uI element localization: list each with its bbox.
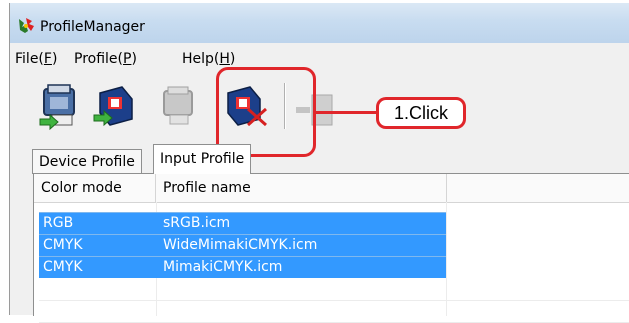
- menu-file[interactable]: File(F): [15, 51, 57, 67]
- row-profile-name: sRGB.icm: [163, 215, 231, 231]
- input-profile-add-icon: [93, 86, 133, 127]
- row-color-mode: RGB: [43, 215, 74, 231]
- tab-input-profile[interactable]: Input Profile: [153, 144, 252, 174]
- callout-connector: [316, 111, 376, 114]
- row-color-mode: CMYK: [43, 237, 83, 253]
- row-profile-name: WideMimakiCMYK.icm: [163, 237, 318, 253]
- profile-tabs: Device Profile Input Profile: [10, 143, 629, 175]
- table-row[interactable]: RGB sRGB.icm: [39, 212, 446, 234]
- menu-bar: File(F) Profile(P) Help(H): [10, 47, 629, 71]
- menu-help[interactable]: Help(H): [182, 51, 235, 67]
- menu-profile[interactable]: Profile(P): [74, 51, 137, 67]
- printer-profile-icon: [39, 84, 75, 131]
- column-header-profile-name[interactable]: Profile name: [156, 174, 447, 202]
- printer-profile-disabled-button[interactable]: [156, 79, 204, 131]
- column-header-color-mode[interactable]: Color mode: [34, 174, 156, 202]
- row-color-mode: CMYK: [43, 259, 83, 275]
- add-input-profile-button[interactable]: [92, 79, 140, 131]
- empty-list-row: [39, 278, 629, 301]
- list-header: Color mode Profile name: [34, 174, 629, 203]
- callout-label: 1.Click: [376, 97, 466, 129]
- empty-list-row: [39, 300, 629, 323]
- add-printer-profile-button[interactable]: [38, 79, 86, 131]
- printer-profile-disabled-icon: [163, 86, 193, 125]
- title-bar: ProfileManager: [10, 3, 629, 43]
- row-profile-name: MimakiCMYK.icm: [163, 259, 283, 275]
- toolbar: [10, 73, 629, 141]
- profile-manager-window: ProfileManager File(F) Profile(P) Help(H…: [9, 3, 629, 323]
- tab-device-profile[interactable]: Device Profile: [32, 149, 142, 174]
- window-title: ProfileManager: [40, 19, 145, 35]
- table-row[interactable]: CMYK WideMimakiCMYK.icm: [39, 234, 446, 256]
- profile-list[interactable]: Color mode Profile name RGB sRGB.icm CMY…: [33, 173, 629, 323]
- app-logo-icon: [16, 17, 36, 35]
- table-row[interactable]: CMYK MimakiCMYK.icm: [39, 256, 446, 278]
